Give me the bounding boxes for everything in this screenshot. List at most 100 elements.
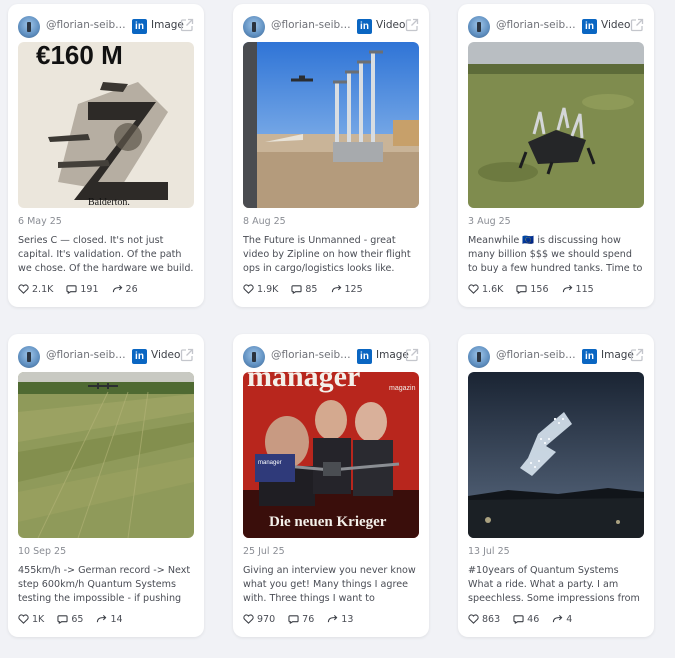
post-stats: 2.1K 191 26 bbox=[18, 284, 148, 298]
magazine-subtitle: magazin bbox=[389, 385, 416, 392]
post-type-label: Image bbox=[601, 349, 634, 361]
likes-count: 2.1K bbox=[18, 284, 53, 295]
repost-icon bbox=[331, 284, 341, 293]
likes-value: 863 bbox=[482, 614, 501, 625]
linkedin-icon: in bbox=[582, 19, 597, 34]
post-stats: 970 76 13 bbox=[243, 614, 363, 628]
reposts-value: 26 bbox=[125, 284, 138, 295]
post-thumbnail[interactable] bbox=[18, 372, 194, 538]
reposts-count: 4 bbox=[552, 614, 572, 625]
reposts-count: 125 bbox=[331, 284, 363, 295]
post-stats: 863 46 4 bbox=[468, 614, 582, 628]
author-handle[interactable]: @florian-seibel… bbox=[496, 349, 579, 365]
reposts-value: 4 bbox=[566, 614, 573, 625]
comments-value: 76 bbox=[302, 614, 315, 625]
reposts-count: 115 bbox=[562, 284, 594, 295]
post-date: 13 Jul 25 bbox=[468, 546, 510, 557]
post-date: 8 Aug 25 bbox=[243, 216, 286, 227]
external-link-icon[interactable] bbox=[180, 18, 194, 32]
post-date: 3 Aug 25 bbox=[468, 216, 511, 227]
card-header: @florian-seibel… in Image bbox=[468, 345, 644, 369]
post-caption: Giving an interview you never know what … bbox=[243, 565, 416, 604]
reposts-count: 26 bbox=[112, 284, 138, 295]
post-type-label: Image bbox=[151, 19, 184, 31]
likes-count: 1.9K bbox=[243, 284, 278, 295]
post-thumbnail[interactable] bbox=[243, 42, 419, 208]
post-date: 6 May 25 bbox=[18, 216, 62, 227]
likes-count: 863 bbox=[468, 614, 500, 625]
post-caption: Series C — closed. It's not just capital… bbox=[18, 235, 194, 274]
heart-icon bbox=[243, 284, 254, 294]
post-card[interactable]: @florian-seibel… in Video 10 Sep 25 455k… bbox=[8, 334, 204, 637]
avatar[interactable] bbox=[468, 16, 490, 38]
repost-icon bbox=[97, 614, 107, 623]
likes-count: 1K bbox=[18, 614, 44, 625]
author-handle[interactable]: @florian-seibel… bbox=[46, 19, 129, 35]
reposts-value: 14 bbox=[110, 614, 123, 625]
repost-icon bbox=[112, 284, 122, 293]
heart-icon bbox=[243, 614, 254, 624]
post-card[interactable]: @florian-seibel… in Image manager magazi… bbox=[233, 334, 429, 637]
external-link-icon[interactable] bbox=[405, 348, 419, 362]
heart-icon bbox=[468, 284, 479, 294]
likes-value: 2.1K bbox=[32, 284, 54, 295]
card-header: @florian-seibel… in Video bbox=[243, 15, 419, 39]
reposts-value: 125 bbox=[344, 284, 363, 295]
post-card[interactable]: @florian-seibel… in Image €160 M Baldert… bbox=[8, 4, 204, 307]
external-link-icon[interactable] bbox=[630, 348, 644, 362]
author-handle[interactable]: @florian-seibel… bbox=[46, 349, 129, 365]
avatar[interactable] bbox=[18, 346, 40, 368]
external-link-icon[interactable] bbox=[405, 18, 419, 32]
svg-text:manager: manager bbox=[258, 460, 282, 466]
external-link-icon[interactable] bbox=[630, 18, 644, 32]
heart-icon bbox=[18, 614, 29, 624]
author-handle[interactable]: @florian-seibel… bbox=[496, 19, 579, 35]
post-card[interactable]: @florian-seibel… in Image 13 Jul 25 #10y… bbox=[458, 334, 654, 637]
card-header: @florian-seibel… in Image bbox=[243, 345, 419, 369]
external-link-icon[interactable] bbox=[180, 348, 194, 362]
comments-count: 65 bbox=[57, 614, 83, 625]
post-type-label: Video bbox=[151, 349, 181, 361]
author-handle[interactable]: @florian-seibel… bbox=[271, 19, 354, 35]
comments-count: 191 bbox=[66, 284, 99, 295]
likes-value: 970 bbox=[257, 614, 276, 625]
avatar[interactable] bbox=[18, 16, 40, 38]
comments-value: 85 bbox=[305, 284, 318, 295]
reposts-value: 115 bbox=[575, 284, 594, 295]
reposts-count: 13 bbox=[327, 614, 353, 625]
linkedin-icon: in bbox=[357, 349, 372, 364]
post-caption: The Future is Unmanned - great video by … bbox=[243, 235, 411, 274]
repost-icon bbox=[553, 614, 563, 623]
heart-icon bbox=[18, 284, 29, 294]
comment-icon bbox=[516, 285, 527, 295]
repost-icon bbox=[562, 284, 572, 293]
post-caption: Meanwhile 🇪🇺 is discussing how many bill… bbox=[468, 235, 643, 274]
avatar[interactable] bbox=[243, 16, 265, 38]
linkedin-icon: in bbox=[357, 19, 372, 34]
avatar[interactable] bbox=[243, 346, 265, 368]
post-caption: 455km/h -> German record -> Next step 60… bbox=[18, 565, 191, 604]
post-card[interactable]: @florian-seibel… in Video 8 Aug 25 The F… bbox=[233, 4, 429, 307]
comment-icon bbox=[57, 615, 68, 625]
avatar[interactable] bbox=[468, 346, 490, 368]
post-date: 25 Jul 25 bbox=[243, 546, 285, 557]
comment-icon bbox=[288, 615, 299, 625]
linkedin-icon: in bbox=[132, 349, 147, 364]
repost-icon bbox=[328, 614, 338, 623]
likes-value: 1K bbox=[32, 614, 45, 625]
card-header: @florian-seibel… in Image bbox=[18, 15, 194, 39]
post-type-label: Image bbox=[376, 349, 409, 361]
thumbnail-brand: Balderton. bbox=[88, 197, 130, 208]
post-thumbnail[interactable]: €160 M Balderton. bbox=[18, 42, 194, 208]
author-handle[interactable]: @florian-seibel… bbox=[271, 349, 354, 365]
magazine-masthead: manager bbox=[247, 372, 360, 393]
post-thumbnail[interactable]: manager magazin manager Die neuen Kriege… bbox=[243, 372, 419, 538]
comments-count: 46 bbox=[513, 614, 539, 625]
post-thumbnail[interactable] bbox=[468, 372, 644, 538]
comment-icon bbox=[66, 285, 77, 295]
post-card[interactable]: @florian-seibel… in Video 3 Aug 25 Meanw… bbox=[458, 4, 654, 307]
post-thumbnail[interactable] bbox=[468, 42, 644, 208]
likes-value: 1.9K bbox=[257, 284, 279, 295]
likes-count: 1.6K bbox=[468, 284, 503, 295]
magazine-headline: Die neuen Krieger bbox=[269, 514, 387, 530]
